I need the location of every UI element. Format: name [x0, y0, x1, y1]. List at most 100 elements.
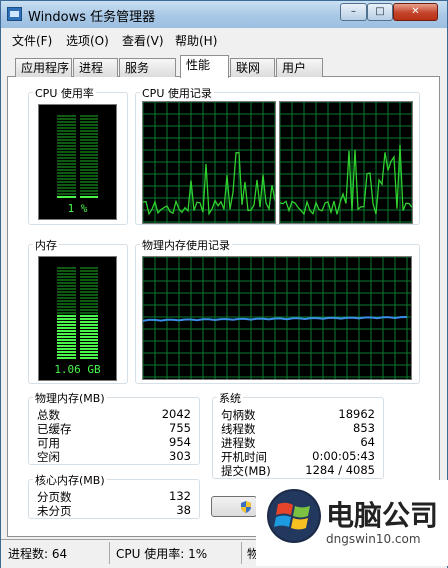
tab-networking[interactable]: 联网 [230, 58, 275, 77]
windows-logo-icon [267, 489, 321, 543]
meter-segment [57, 315, 76, 317]
meter-segment [57, 285, 76, 287]
meter-segment [57, 181, 76, 183]
watermark-text: 电脑公司 [326, 499, 439, 532]
tab-services[interactable]: 服务 [119, 58, 176, 77]
task-manager-icon [7, 7, 22, 21]
stat-value: 2042 [161, 407, 191, 421]
meter-segment [79, 115, 98, 117]
meter-segment [57, 357, 76, 359]
minimize-button[interactable]: – [340, 3, 367, 21]
meter-segment [79, 142, 98, 144]
menu-options[interactable]: 选项(O) [66, 32, 109, 49]
cpu-core2-chart [279, 101, 413, 223]
memory-title: 内存 [33, 237, 59, 253]
meter-segment [79, 282, 98, 284]
tab-applications[interactable]: 应用程序 [15, 58, 72, 77]
meter-segment [79, 148, 98, 150]
maximize-button[interactable]: □ [367, 3, 393, 21]
menu-view[interactable]: 查看(V) [122, 32, 164, 49]
meter-segment [57, 178, 76, 180]
meter-segment [57, 115, 76, 117]
meter-segment [57, 172, 76, 174]
meter-segment [57, 342, 76, 344]
meter-segment [79, 130, 98, 132]
meter-segment [79, 342, 98, 344]
meter-segment [79, 181, 98, 183]
meter-segment [57, 130, 76, 132]
window-title: Windows 任务管理器 [28, 10, 156, 25]
tab-performance[interactable]: 性能 [180, 55, 229, 78]
meter-segment [79, 127, 98, 129]
meter-segment [57, 121, 76, 123]
meter-segment [57, 187, 76, 189]
meter-segment [79, 175, 98, 177]
physical-memory-group: 物理内存(MB) 总数 2042 已缓存 755 可用 954 空闲 303 [28, 390, 200, 465]
meter-segment [57, 351, 76, 353]
meter-segment [57, 175, 76, 177]
resource-monitor-button[interactable] [211, 496, 257, 517]
kernel-memory-group: 核心内存(MB) 分页数 132 未分页 38 [28, 472, 200, 519]
meter-segment [79, 291, 98, 293]
meter-segment [57, 324, 76, 326]
meter-segment [57, 136, 76, 138]
meter-segment [79, 345, 98, 347]
cpu-usage-value: 1 % [67, 202, 88, 215]
meter-segment [57, 118, 76, 120]
status-separator [109, 542, 110, 564]
meter-segment [79, 145, 98, 147]
meter-segment [79, 321, 98, 323]
meter-segment [79, 118, 98, 120]
meter-segment [79, 273, 98, 275]
meter-segment [79, 324, 98, 326]
meter-segment [79, 303, 98, 305]
system-title: 系统 [217, 390, 243, 406]
meter-segment [79, 160, 98, 162]
menu-file[interactable]: 文件(F) [12, 32, 52, 49]
meter-segment [57, 157, 76, 159]
meter-segment [57, 309, 76, 311]
uac-shield-icon [241, 501, 251, 513]
stat-value: 755 [169, 421, 191, 435]
meter-segment [79, 190, 98, 192]
meter-segment [57, 184, 76, 186]
meter-segment [79, 294, 98, 296]
meter-segment [57, 327, 76, 329]
meter-segment [79, 193, 98, 195]
meter-segment [79, 139, 98, 141]
meter-segment [79, 339, 98, 341]
meter-segment [57, 306, 76, 308]
tab-users[interactable]: 用户 [276, 58, 323, 77]
meter-segment [79, 351, 98, 353]
title-bar[interactable]: Windows 任务管理器 – □ ✕ [1, 1, 447, 28]
stat-label: 空闲 [37, 450, 60, 464]
meter-segment [79, 124, 98, 126]
meter-segment [79, 196, 98, 198]
status-cpu-usage: CPU 使用率: 1% [116, 547, 208, 561]
tab-processes[interactable]: 进程 [73, 58, 118, 77]
meter-segment [57, 279, 76, 281]
meter-segment [57, 169, 76, 171]
watermark-url: dngswin10.com [326, 532, 421, 546]
stat-label: 未分页 [37, 504, 72, 518]
meter-segment [79, 318, 98, 320]
close-button[interactable]: ✕ [393, 3, 438, 21]
meter-segment [79, 270, 98, 272]
meter-segment [57, 163, 76, 165]
meter-segment [57, 160, 76, 162]
meter-segment [79, 154, 98, 156]
cpu-core1-chart [142, 101, 276, 223]
meter-segment [57, 270, 76, 272]
meter-segment [57, 148, 76, 150]
status-separator [241, 542, 242, 564]
menu-help[interactable]: 帮助(H) [175, 32, 217, 49]
meter-segment [57, 282, 76, 284]
meter-segment [79, 348, 98, 350]
meter-segment [57, 190, 76, 192]
meter-segment [79, 315, 98, 317]
meter-segment [79, 276, 98, 278]
meter-segment [79, 309, 98, 311]
kernel-memory-title: 核心内存(MB) [33, 472, 107, 488]
memory-history-chart [142, 256, 411, 379]
meter-segment [57, 151, 76, 153]
